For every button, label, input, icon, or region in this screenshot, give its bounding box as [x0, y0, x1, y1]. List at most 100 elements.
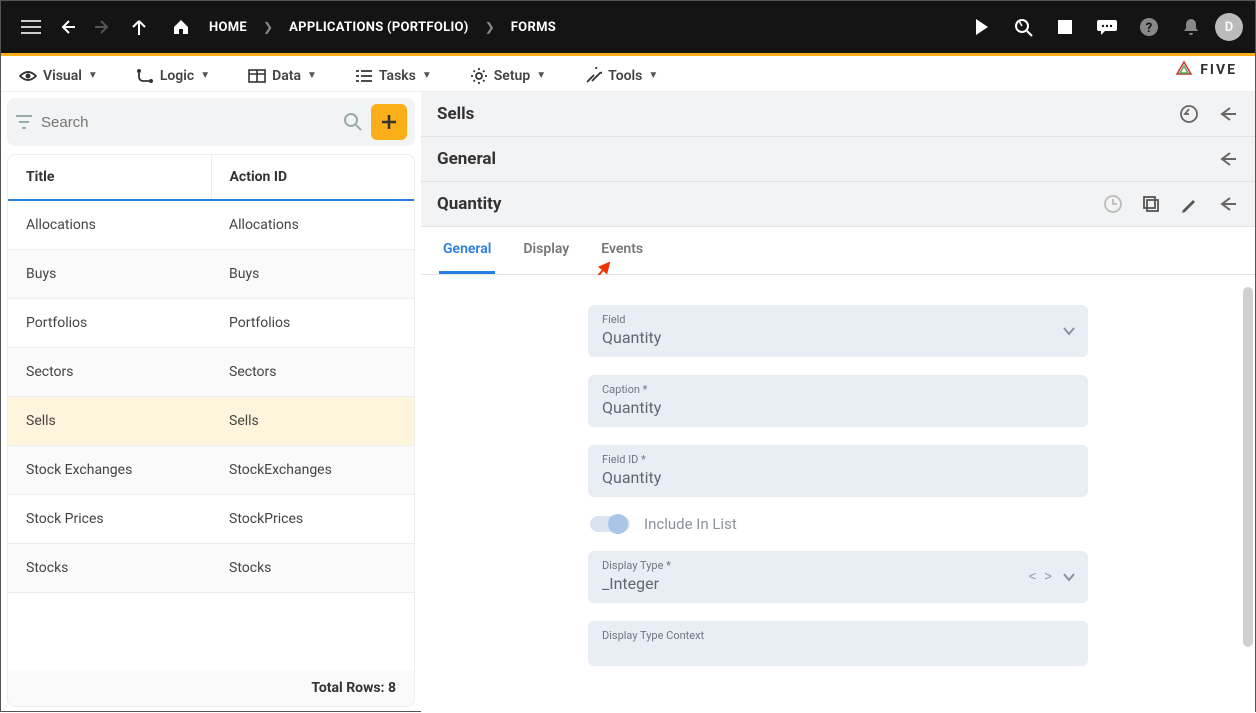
help-icon[interactable]: ?: [1133, 11, 1165, 43]
table-row[interactable]: Stock ExchangesStockExchanges: [8, 446, 414, 495]
menu-tools[interactable]: Tools ▼: [578, 63, 664, 89]
hamburger-icon[interactable]: [15, 11, 47, 43]
toggle-label: Include In List: [644, 515, 737, 533]
scrollbar[interactable]: [1243, 287, 1253, 647]
avatar[interactable]: D: [1215, 13, 1243, 41]
field-label: Field ID *: [602, 453, 1074, 466]
menu-visual[interactable]: Visual ▼: [13, 64, 104, 88]
table-row[interactable]: SellsSells: [8, 397, 414, 446]
tab-display[interactable]: Display: [519, 227, 573, 274]
cell-action-id: StockExchanges: [211, 446, 414, 494]
nav-forward-button: [87, 11, 119, 43]
edit-icon[interactable]: [1177, 192, 1201, 216]
field-value: Quantity: [602, 328, 1074, 347]
menu-tasks[interactable]: Tasks▼: [349, 64, 438, 88]
eye-icon: [19, 70, 37, 82]
chat-icon[interactable]: [1091, 11, 1123, 43]
cell-title: Portfolios: [8, 299, 211, 347]
topbar: HOME ❯ APPLICATIONS (PORTFOLIO) ❯ FORMS …: [1, 1, 1255, 53]
menu-logic[interactable]: Logic▼: [130, 64, 216, 88]
inspect-icon[interactable]: [1007, 11, 1039, 43]
dropdown-icon: ▼: [648, 70, 658, 81]
menu-label: Data: [272, 68, 301, 84]
section-quantity: Quantity: [421, 182, 1255, 227]
chevron-down-icon[interactable]: [1062, 326, 1076, 336]
form-area: Field Quantity Caption * Quantity Field …: [421, 275, 1255, 713]
menubar: Visual▼ Logic▼ Data▼ Tasks▼ Setup▼ Tools…: [1, 56, 1255, 92]
field-display-type[interactable]: Display Type * _Integer < >: [588, 551, 1088, 603]
tabs: General Display Events: [421, 227, 1255, 275]
dropdown-icon: ▼: [307, 70, 317, 81]
menu-data[interactable]: Data ▼: [242, 64, 323, 88]
menu-label: Tools: [608, 68, 642, 84]
field-display-context[interactable]: Display Type Context: [588, 621, 1088, 666]
field-label: Caption *: [602, 383, 1074, 396]
code-icon[interactable]: < >: [1029, 570, 1052, 585]
back-arrow-icon[interactable]: [1215, 192, 1239, 216]
filter-icon[interactable]: [15, 115, 33, 129]
history-icon[interactable]: [1101, 192, 1125, 216]
copy-icon[interactable]: [1139, 192, 1163, 216]
dropdown-icon: ▼: [200, 70, 210, 81]
home-icon[interactable]: [165, 11, 197, 43]
breadcrumb-home[interactable]: HOME: [201, 16, 255, 39]
nav-up-button[interactable]: [123, 11, 155, 43]
th-action-id[interactable]: Action ID: [212, 155, 415, 199]
nav-back-button[interactable]: [51, 11, 83, 43]
th-title[interactable]: Title: [8, 155, 212, 199]
cell-title: Stock Exchanges: [8, 446, 211, 494]
dropdown-icon: ▼: [422, 70, 432, 81]
field-value: Quantity: [602, 468, 1074, 487]
field-field-id[interactable]: Field ID * Quantity: [588, 445, 1088, 497]
table-row[interactable]: PortfoliosPortfolios: [8, 299, 414, 348]
brand-logo: FIVE: [1174, 60, 1237, 80]
section-title: Sells: [437, 104, 474, 124]
menu-label: Setup: [494, 68, 530, 84]
route-icon: [136, 68, 154, 84]
wrench-icon: [584, 67, 602, 85]
search-input[interactable]: [41, 114, 335, 131]
toggle-include-in-list[interactable]: Include In List: [588, 515, 1088, 533]
menu-setup[interactable]: Setup▼: [464, 63, 552, 89]
table-row[interactable]: BuysBuys: [8, 250, 414, 299]
tasks-icon: [355, 69, 373, 83]
search-icon[interactable]: [343, 112, 363, 132]
tab-events[interactable]: Events: [597, 227, 647, 274]
cell-action-id: Stocks: [211, 544, 414, 592]
cell-action-id: Portfolios: [211, 299, 414, 347]
cell-action-id: Allocations: [211, 201, 414, 249]
table-row[interactable]: Stock PricesStockPrices: [8, 495, 414, 544]
field-label: Field: [602, 313, 1074, 326]
cell-title: Stock Prices: [8, 495, 211, 543]
menu-label: Visual: [43, 68, 82, 84]
table-footer: Total Rows: 8: [8, 670, 414, 706]
stop-icon[interactable]: [1049, 11, 1081, 43]
table-row[interactable]: StocksStocks: [8, 544, 414, 593]
chevron-down-icon[interactable]: [1062, 572, 1076, 582]
cell-title: Sells: [8, 397, 211, 445]
breadcrumb-forms[interactable]: FORMS: [503, 16, 564, 39]
topbar-right: ? D: [963, 11, 1243, 43]
play-icon[interactable]: [965, 11, 997, 43]
table-row[interactable]: SectorsSectors: [8, 348, 414, 397]
table-body: AllocationsAllocationsBuysBuysPortfolios…: [8, 201, 414, 670]
toggle-switch[interactable]: [590, 516, 630, 532]
field-field[interactable]: Field Quantity: [588, 305, 1088, 357]
revert-icon[interactable]: [1177, 102, 1201, 126]
add-button[interactable]: [371, 104, 407, 140]
svg-text:?: ?: [1146, 21, 1152, 36]
section-title: General: [437, 149, 496, 169]
chevron-right-icon: ❯: [481, 20, 499, 34]
table-row[interactable]: AllocationsAllocations: [8, 201, 414, 250]
table-header: Title Action ID: [8, 155, 414, 201]
breadcrumb-applications[interactable]: APPLICATIONS (PORTFOLIO): [281, 16, 477, 39]
tab-general[interactable]: General: [439, 227, 495, 274]
bell-icon[interactable]: [1175, 11, 1207, 43]
field-caption[interactable]: Caption * Quantity: [588, 375, 1088, 427]
back-arrow-icon[interactable]: [1215, 102, 1239, 126]
cell-action-id: Buys: [211, 250, 414, 298]
dropdown-icon: ▼: [88, 70, 98, 81]
back-arrow-icon[interactable]: [1215, 147, 1239, 171]
cell-action-id: StockPrices: [211, 495, 414, 543]
gear-icon: [470, 67, 488, 85]
